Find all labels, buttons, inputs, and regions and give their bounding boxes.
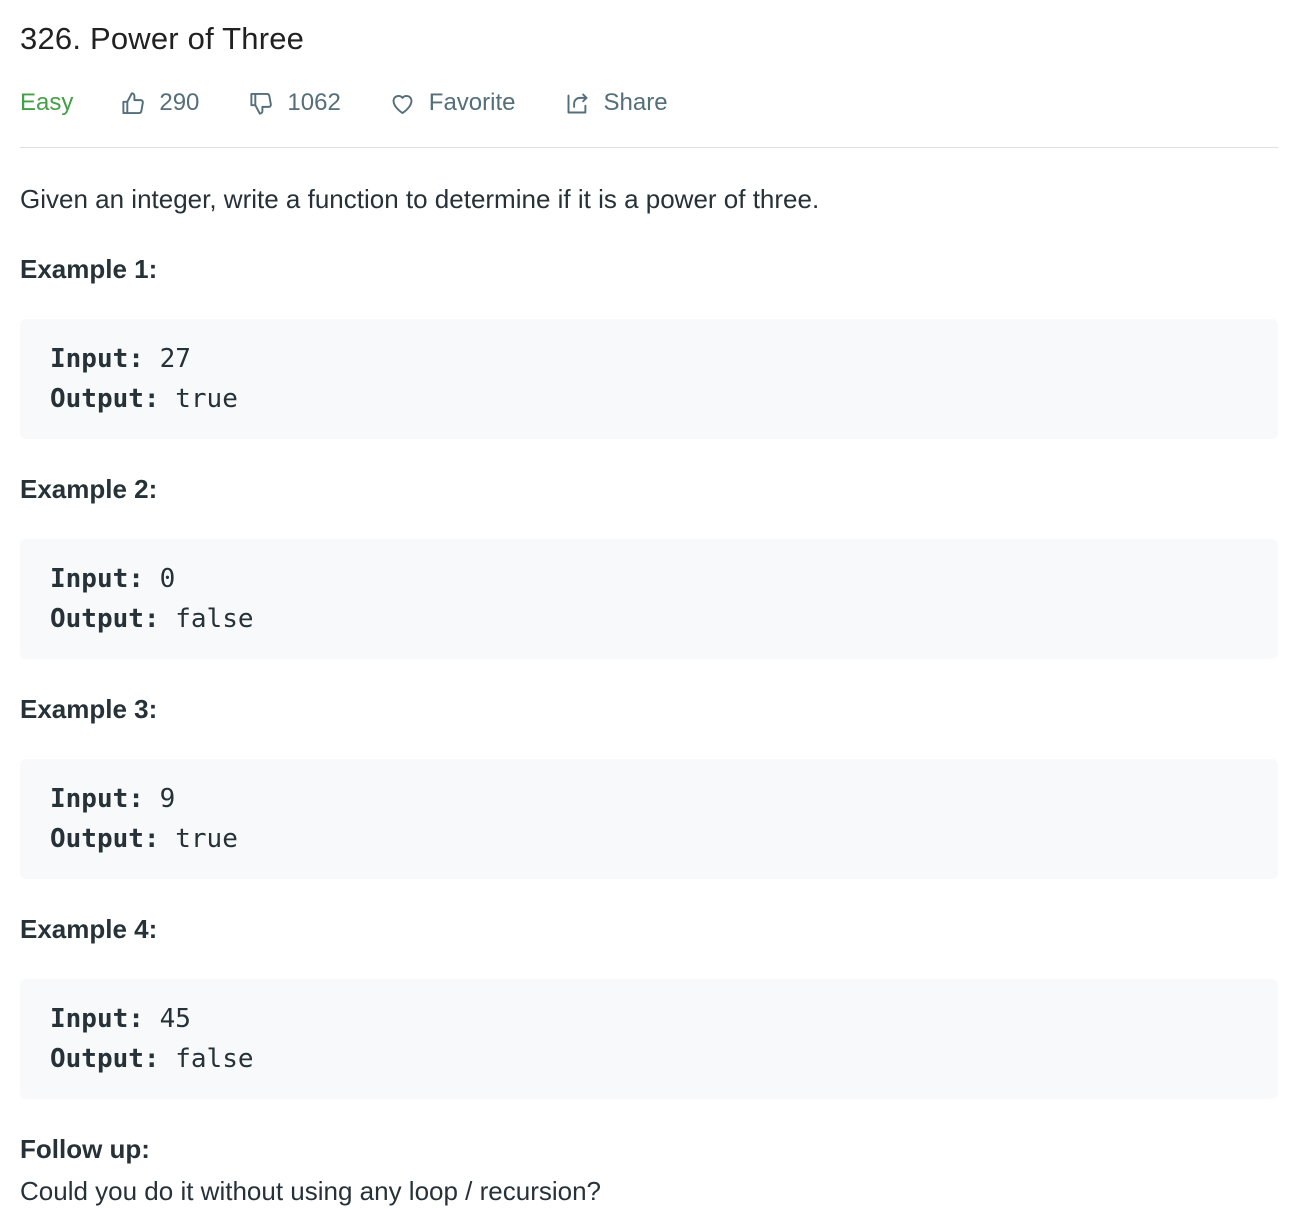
output-label: Output: [50,1044,160,1074]
problem-page: 326. Power of Three Easy 290 1062 Favori… [0,0,1300,1209]
example-heading: Example 3: [20,694,158,724]
input-value: 45 [159,1004,191,1034]
example-heading: Example 1: [20,254,158,284]
follow-up-heading: Follow up: [20,1134,150,1164]
example-heading: Example 2: [20,474,158,504]
input-value: 0 [159,564,176,594]
problem-title: 326. Power of Three [20,21,305,56]
favorite-label: Favorite [428,89,516,116]
like-button[interactable]: 290 [119,89,199,117]
example-output-line: Output: true [50,819,1248,859]
heart-icon [389,89,417,117]
input-label: Input: [50,1004,144,1034]
output-label: Output: [50,604,160,634]
example-output-line: Output: false [50,1039,1248,1079]
thumbs-down-icon [247,89,275,117]
difficulty-badge: Easy [20,89,74,116]
output-value: false [175,604,254,634]
example-code-block: Input: 45 Output: false [20,979,1278,1099]
like-count: 290 [159,89,200,116]
example-input-line: Input: 45 [50,999,1248,1039]
output-value: true [175,384,238,414]
output-value: false [175,1044,254,1074]
input-label: Input: [50,344,144,374]
example-output-line: Output: false [50,599,1248,639]
dislike-count: 1062 [287,89,341,116]
dislike-button[interactable]: 1062 [247,89,341,117]
example-output-line: Output: true [50,379,1248,419]
favorite-button[interactable]: Favorite [389,89,516,117]
output-label: Output: [50,824,160,854]
input-value: 9 [159,784,176,814]
example-input-line: Input: 27 [50,339,1248,379]
output-label: Output: [50,384,160,414]
example-heading: Example 4: [20,914,158,944]
example-code-block: Input: 0 Output: false [20,539,1278,659]
problem-description: Given an integer, write a function to de… [20,184,820,214]
follow-up-text: Could you do it without using any loop /… [20,1176,602,1206]
input-label: Input: [50,564,144,594]
example-code-block: Input: 9 Output: true [20,759,1278,879]
input-value: 27 [159,344,191,374]
example-input-line: Input: 9 [50,779,1248,819]
share-icon [564,89,592,117]
output-value: true [175,824,238,854]
example-input-line: Input: 0 [50,559,1248,599]
problem-meta-bar: Easy 290 1062 Favorite Share [20,83,1278,123]
share-button[interactable]: Share [564,89,668,117]
thumbs-up-icon [119,89,147,117]
example-code-block: Input: 27 Output: true [20,319,1278,439]
input-label: Input: [50,784,144,814]
share-label: Share [603,89,668,116]
